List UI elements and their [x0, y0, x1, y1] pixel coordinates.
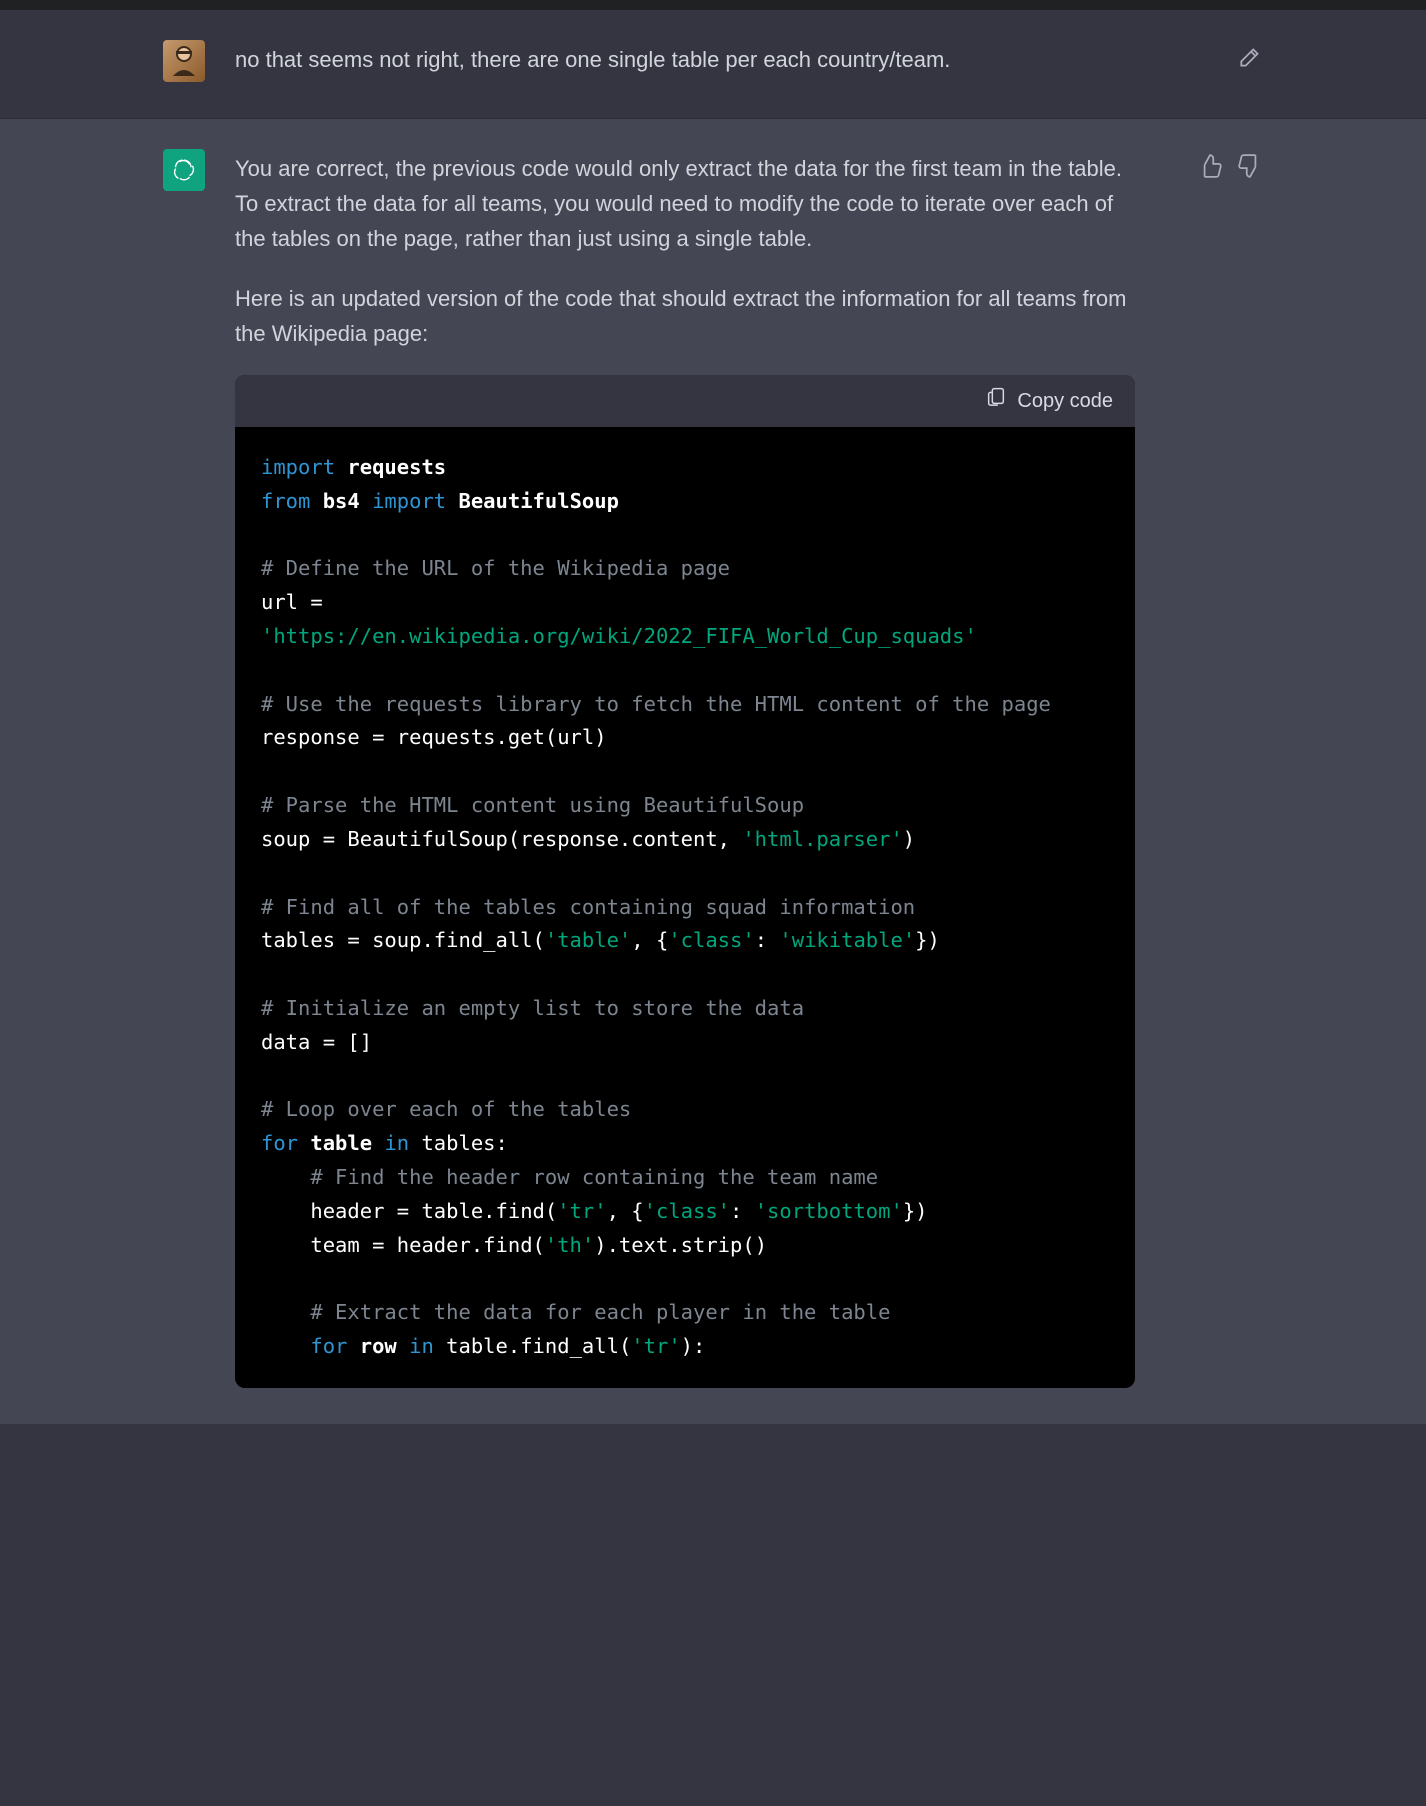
copy-code-label: Copy code [1017, 385, 1113, 417]
thumbs-down-icon[interactable] [1237, 153, 1263, 179]
user-message-row: no that seems not right, there are one s… [0, 10, 1426, 119]
openai-logo-icon [170, 156, 198, 184]
user-message-text: no that seems not right, there are one s… [235, 40, 1135, 82]
top-bar [0, 0, 1426, 10]
edit-icon[interactable] [1237, 44, 1263, 70]
thumbs-up-icon[interactable] [1197, 153, 1223, 179]
assistant-paragraph-1: You are correct, the previous code would… [235, 151, 1135, 257]
assistant-message-row: You are correct, the previous code would… [0, 119, 1426, 1424]
code-block-header: Copy code [235, 375, 1135, 427]
code-content[interactable]: import requests from bs4 import Beautifu… [235, 427, 1135, 1388]
assistant-paragraph-2: Here is an updated version of the code t… [235, 281, 1135, 351]
clipboard-icon [985, 385, 1007, 417]
code-block: Copy code import requests from bs4 impor… [235, 375, 1135, 1388]
person-avatar-icon [163, 40, 205, 82]
copy-code-button[interactable]: Copy code [985, 385, 1113, 417]
assistant-avatar [163, 149, 205, 191]
user-avatar [163, 40, 205, 82]
